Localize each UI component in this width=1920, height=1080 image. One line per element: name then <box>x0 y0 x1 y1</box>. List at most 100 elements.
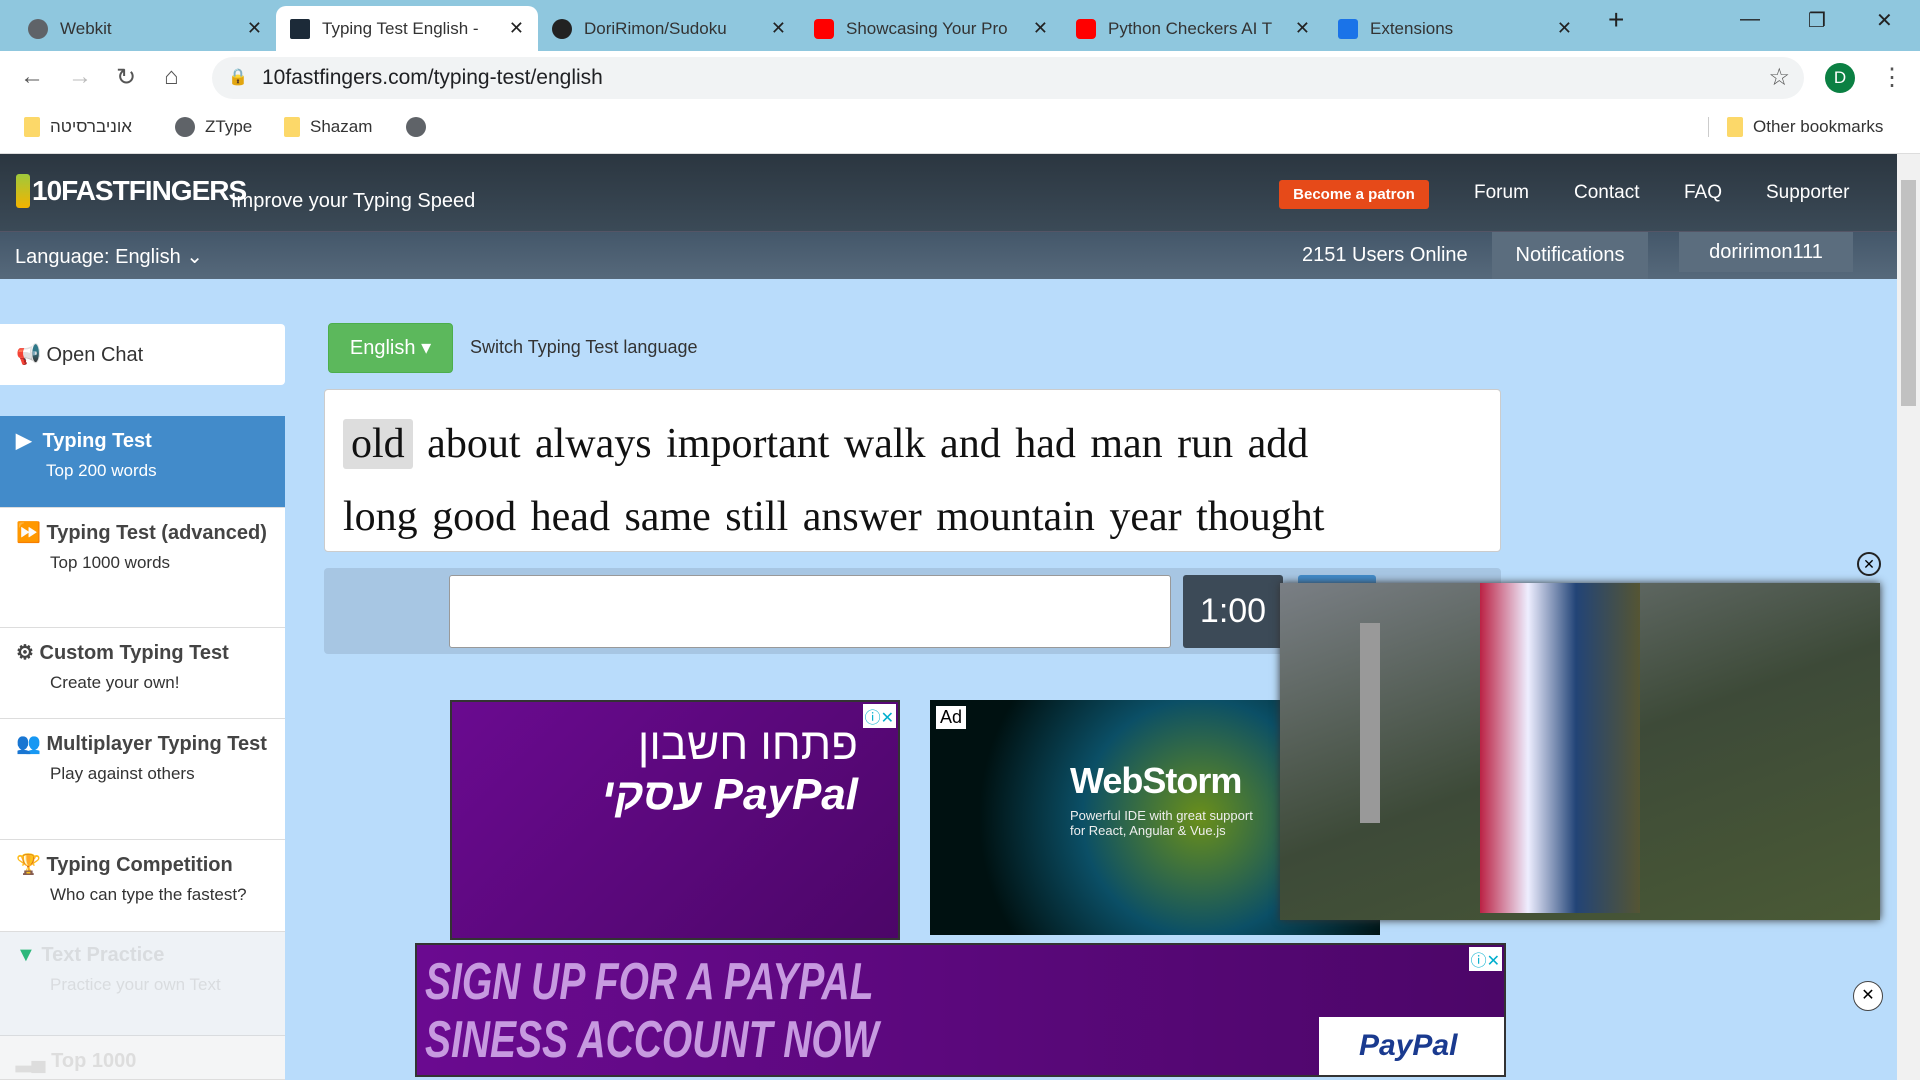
star-icon[interactable]: ☆ <box>1768 57 1790 99</box>
gears-icon: ⚙ <box>16 642 34 664</box>
caret-down-icon: ▾ <box>421 337 432 359</box>
item-sub: Practice your own Text <box>50 975 221 994</box>
item-title: Typing Test <box>42 430 152 452</box>
close-tab-icon[interactable]: ✕ <box>771 18 786 39</box>
folder-icon <box>24 117 40 137</box>
video-overlay[interactable] <box>1280 583 1880 920</box>
bookmark-label: Shazam <box>310 117 373 136</box>
globe-icon <box>28 18 48 39</box>
banner-text: SIGN UP FOR A PAYPAL SINESS ACCOUNT NOW <box>425 953 879 1069</box>
ad-text: פתחו חשבון עסקי PayPal <box>601 720 858 820</box>
sidebar-item-competition[interactable]: 🏆 Typing Competition Who can type the fas… <box>0 840 285 932</box>
globe-icon <box>175 117 195 137</box>
language-dropdown[interactable]: Language: English ⌄ <box>15 244 203 269</box>
ad-line-1: פתחו חשבון <box>637 720 858 769</box>
bookmark-folder-university[interactable]: אוניברסיטה <box>24 117 132 137</box>
home-icon[interactable]: ⌂ <box>164 63 179 91</box>
forward-icon[interactable]: → <box>68 63 92 91</box>
language-select-button[interactable]: English ▾ <box>328 323 453 373</box>
site-tagline: Improve your Typing Speed <box>231 190 476 212</box>
become-patron-button[interactable]: Become a patron <box>1279 180 1429 209</box>
back-icon[interactable]: ← <box>20 63 44 91</box>
tab-bar: Webkit ✕ Typing Test English - ✕ DoriRimon… <box>0 0 1920 51</box>
paypal-ad[interactable]: פתחו חשבון עסקי PayPal ⓘ✕ <box>450 700 900 940</box>
nav-faq[interactable]: FAQ <box>1684 182 1722 204</box>
site-logo[interactable]: 10FASTFINGERS <box>16 174 247 208</box>
play-icon: ▶ <box>16 430 32 452</box>
scrollbar[interactable] <box>1897 154 1920 1080</box>
other-bookmarks[interactable]: Other bookmarks <box>1708 117 1883 137</box>
tab-youtube-2[interactable]: Python Checkers AI T ✕ <box>1062 6 1324 51</box>
monument-shape <box>1360 623 1380 823</box>
fast-forward-icon: ⏩ <box>16 522 41 544</box>
bookmark-ztype[interactable]: ZType <box>175 117 252 137</box>
url-input[interactable]: 🔒 10fastfingers.com/typing-test/english ☆ <box>212 57 1804 99</box>
restore-button[interactable]: ❐ <box>1808 8 1826 33</box>
ad-info-close-icon[interactable]: ⓘ✕ <box>862 704 896 728</box>
signal-icon: ▂▄ <box>16 1050 46 1072</box>
tab-webkit[interactable]: Webkit ✕ <box>14 6 276 51</box>
open-chat-label: Open Chat <box>46 344 144 366</box>
minimize-button[interactable]: — <box>1740 8 1760 31</box>
tab-youtube-1[interactable]: Showcasing Your Pro ✕ <box>800 6 1062 51</box>
sidebar-item-custom[interactable]: ⚙ Custom Typing Test Create your own! <box>0 628 285 719</box>
chevron-down-icon: ⌄ <box>186 246 204 268</box>
youtube-icon <box>1076 18 1096 39</box>
close-window-button[interactable]: ✕ <box>1876 8 1893 33</box>
close-tab-icon[interactable]: ✕ <box>1557 18 1572 39</box>
ad-title: WebStorm <box>1070 760 1242 801</box>
item-title: Typing Competition <box>46 854 233 876</box>
profile-avatar[interactable]: D <box>1825 63 1855 93</box>
item-title: Top 1000 <box>51 1050 137 1072</box>
tab-title: Python Checkers AI T <box>1108 18 1273 38</box>
close-tab-icon[interactable]: ✕ <box>1033 18 1048 39</box>
app-logo-icon: ▼ <box>16 944 36 966</box>
close-tab-icon[interactable]: ✕ <box>247 18 262 39</box>
tab-github[interactable]: DoriRimon/Sudoku ✕ <box>538 6 800 51</box>
bookmark-folder-shazam[interactable]: Shazam <box>284 117 372 137</box>
banner-line-2: SINESS ACCOUNT NOW <box>425 1011 879 1069</box>
tab-title: Extensions <box>1370 18 1454 38</box>
bookmark-globe[interactable] <box>406 117 426 137</box>
paypal-banner-ad[interactable]: SIGN UP FOR A PAYPAL SINESS ACCOUNT NOW P… <box>415 943 1506 1077</box>
tab-title: Typing Test English - <box>322 18 479 38</box>
ad-info-close-icon[interactable]: ⓘ✕ <box>1468 947 1502 971</box>
timer: 1:00 <box>1183 575 1283 648</box>
close-tab-icon[interactable]: ✕ <box>1295 18 1310 39</box>
reload-icon[interactable]: ↻ <box>116 63 136 92</box>
tab-title: DoriRimon/Sudoku <box>584 18 727 38</box>
words-line-2: long good head same still answer mountai… <box>343 494 1325 540</box>
nav-contact[interactable]: Contact <box>1574 182 1639 204</box>
github-icon <box>552 18 572 39</box>
new-tab-button[interactable]: + <box>1608 4 1624 36</box>
lang-label: English <box>349 337 416 359</box>
sidebar-item-advanced[interactable]: ⏩ Typing Test (advanced) Top 1000 words <box>0 508 285 628</box>
item-title: Text Practice <box>41 944 165 966</box>
item-sub: Top 1000 words <box>50 553 171 572</box>
banner-line-1: SIGN UP FOR A PAYPAL <box>425 953 874 1011</box>
menu-icon[interactable]: ⋮ <box>1880 63 1904 92</box>
nav-supporter[interactable]: Supporter <box>1766 182 1849 204</box>
item-title: Multiplayer Typing Test <box>46 733 267 755</box>
bookmarks-bar: אוניברסיטה ZType Shazam Other bookmarks <box>0 105 1920 154</box>
close-banner-icon[interactable]: ✕ <box>1853 981 1883 1011</box>
sidebar-item-typing-test[interactable]: ▶ Typing Test Top 200 words <box>0 416 285 508</box>
open-chat-button[interactable]: 📢 Open Chat <box>0 324 285 385</box>
sidebar-item-multiplayer[interactable]: 👥 Multiplayer Typing Test Play against ot… <box>0 719 285 840</box>
current-word: old <box>343 419 413 469</box>
typing-input[interactable] <box>449 575 1171 648</box>
tab-extensions[interactable]: Extensions ✕ <box>1324 6 1586 51</box>
tab-title: Webkit <box>60 18 112 38</box>
notifications-button[interactable]: Notifications <box>1492 232 1648 279</box>
user-menu[interactable]: doririmon111 <box>1679 232 1853 272</box>
close-video-icon[interactable]: ✕ <box>1857 552 1881 576</box>
bookmark-label: Other bookmarks <box>1753 117 1884 136</box>
sidebar-item-top1000[interactable]: ▂▄ Top 1000 <box>0 1036 285 1080</box>
scrollbar-thumb[interactable] <box>1901 180 1916 406</box>
nav-forum[interactable]: Forum <box>1474 182 1529 204</box>
tab-typing-test[interactable]: Typing Test English - ✕ <box>276 6 538 51</box>
close-tab-icon[interactable]: ✕ <box>509 18 524 39</box>
globe-icon <box>406 117 426 137</box>
switch-language-label: Switch Typing Test language <box>470 337 698 357</box>
sidebar-item-text-practice[interactable]: ▼ Text Practice Practice your own Text <box>0 932 285 1036</box>
